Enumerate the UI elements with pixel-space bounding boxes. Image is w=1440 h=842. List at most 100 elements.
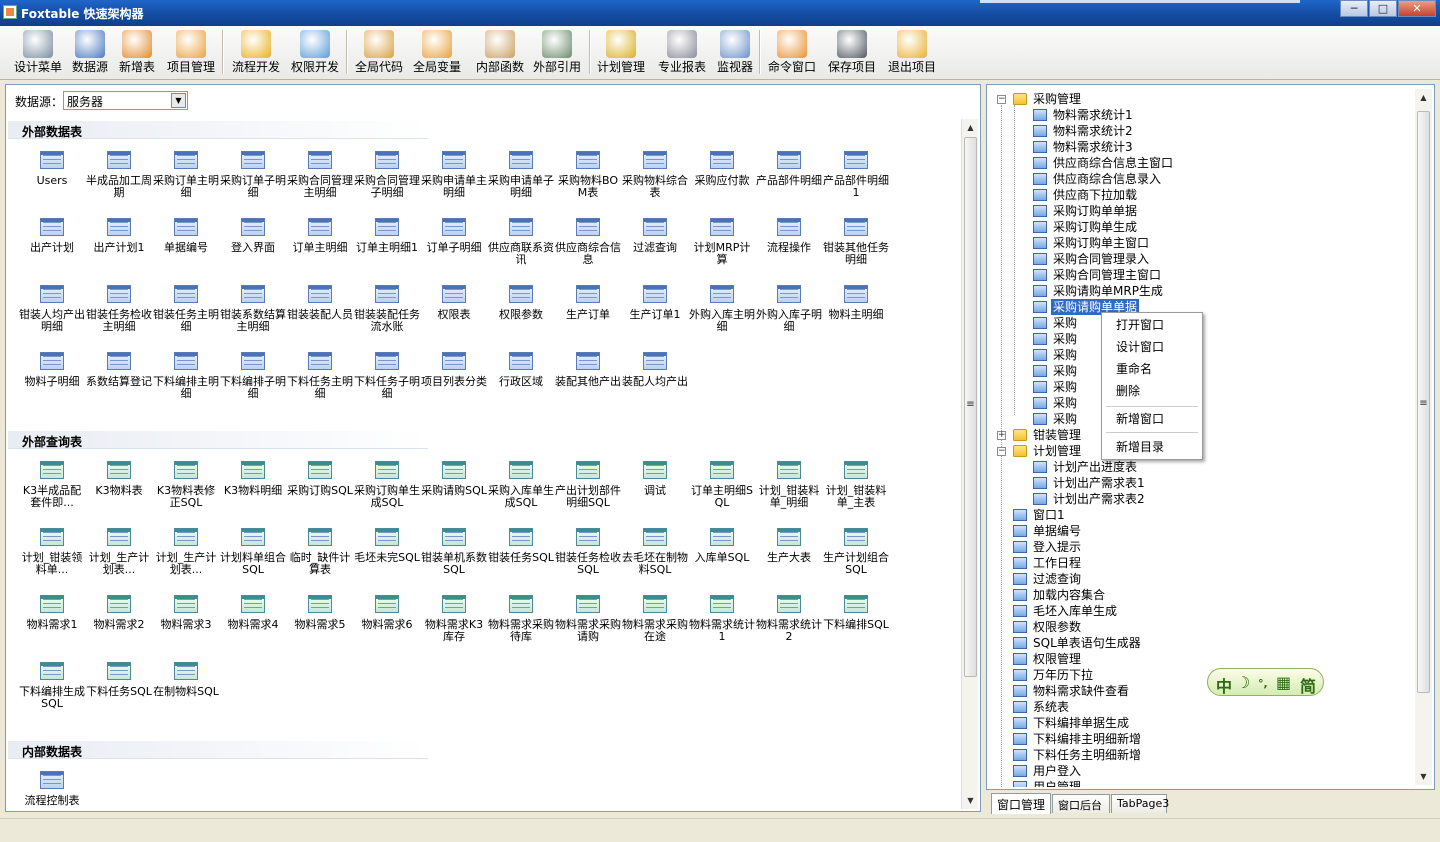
query-table-item[interactable]: 采购请购SQL xyxy=(421,461,487,497)
query-table-item[interactable]: K3半成品配套件即... xyxy=(19,461,85,509)
query-table-item[interactable]: 物料需求采购在途 xyxy=(622,595,688,643)
data-table-item[interactable]: 过滤查询 xyxy=(622,218,688,254)
data-table-item[interactable]: 采购合同管理主明细 xyxy=(287,151,353,199)
query-table-item[interactable]: 生产大表 xyxy=(756,528,822,564)
punctuation-icon[interactable]: °, xyxy=(1258,677,1268,690)
query-table-item[interactable]: 计划_生产计划表... xyxy=(86,528,152,576)
tree-node[interactable]: 下料任务主明细新增 xyxy=(991,747,1401,763)
chevron-down-icon[interactable]: ▼ xyxy=(171,93,186,108)
data-table-item[interactable]: 装配人均产出 xyxy=(622,352,688,388)
data-table-item[interactable]: 出产计划1 xyxy=(86,218,152,254)
tab-window-backend[interactable]: 窗口后台 xyxy=(1052,794,1110,813)
tree-node[interactable]: 过滤查询 xyxy=(991,571,1401,587)
query-table-item[interactable]: 物料需求K3库存 xyxy=(421,595,487,643)
collapse-icon[interactable]: − xyxy=(997,447,1006,456)
query-table-item[interactable]: 物料需求4 xyxy=(220,595,286,631)
query-table-item[interactable]: 钳装任务检收SQL xyxy=(555,528,621,576)
tree-node[interactable]: 供应商下拉加载 xyxy=(991,187,1401,203)
query-table-item[interactable]: 下料编排生成SQL xyxy=(19,662,85,710)
minimize-button[interactable]: ─ xyxy=(1340,0,1368,17)
tree-node[interactable]: 权限参数 xyxy=(991,619,1401,635)
data-table-item[interactable]: 订单子明细 xyxy=(421,218,487,254)
data-table-item[interactable]: 订单主明细 xyxy=(287,218,353,254)
query-table-item[interactable]: 物料需求1 xyxy=(19,595,85,631)
ime-toolbar[interactable]: 中 ☽ °, ▦ 简 xyxy=(1207,668,1324,696)
query-table-item[interactable]: 计划_钳装料单_主表 xyxy=(823,461,889,509)
toolbar-button-13[interactable]: 命令窗口 xyxy=(764,28,820,76)
data-table-item[interactable]: 采购订单子明细 xyxy=(220,151,286,199)
query-table-item[interactable]: 物料需求5 xyxy=(287,595,353,631)
data-table-item[interactable]: Users xyxy=(19,151,85,187)
scroll-down-icon[interactable]: ▼ xyxy=(1415,768,1432,785)
query-table-item[interactable]: 入库单SQL xyxy=(689,528,755,564)
data-table-item[interactable]: 行政区域 xyxy=(488,352,554,388)
tree-node[interactable]: 用户登入 xyxy=(991,763,1401,779)
query-table-item[interactable]: 采购订购SQL xyxy=(287,461,353,497)
toolbar-button-4[interactable]: 流程开发 xyxy=(228,28,284,76)
query-table-item[interactable]: 下料任务SQL xyxy=(86,662,152,698)
maximize-button[interactable]: □ xyxy=(1369,0,1397,17)
tree-node[interactable]: 采购订购单主窗口 xyxy=(991,235,1401,251)
toolbar-button-15[interactable]: 退出项目 xyxy=(884,28,940,76)
tree-node[interactable]: 下料编排主明细新增 xyxy=(991,731,1401,747)
toolbar-button-5[interactable]: 权限开发 xyxy=(287,28,343,76)
scroll-up-icon[interactable]: ▲ xyxy=(1415,89,1432,106)
data-table-item[interactable]: 项目列表分类 xyxy=(421,352,487,388)
toolbar-button-11[interactable]: 专业报表 xyxy=(654,28,710,76)
toolbar-button-12[interactable]: 监视器 xyxy=(712,28,758,76)
data-table-item[interactable]: 采购订单主明细 xyxy=(153,151,219,199)
data-table-item[interactable]: 出产计划 xyxy=(19,218,85,254)
expand-icon[interactable]: + xyxy=(997,431,1006,440)
query-table-item[interactable]: 临时_缺件计算表 xyxy=(287,528,353,576)
data-table-item[interactable]: 产品部件明细 xyxy=(756,151,822,187)
menu-item-rename[interactable]: 重命名 xyxy=(1116,360,1152,378)
toolbar-button-10[interactable]: 计划管理 xyxy=(594,28,648,76)
data-table-item[interactable]: 采购申请单子明细 xyxy=(488,151,554,199)
tree-node[interactable]: 物料需求统计3 xyxy=(991,139,1401,155)
data-table-item[interactable]: 系数结算登记 xyxy=(86,352,152,388)
data-table-item[interactable]: 物料子明细 xyxy=(19,352,85,388)
data-table-item[interactable]: 钳装其他任务明细 xyxy=(823,218,889,266)
toolbar-button-3[interactable]: 项目管理 xyxy=(163,28,219,76)
query-table-item[interactable]: K3物料表 xyxy=(86,461,152,497)
collapse-icon[interactable]: − xyxy=(997,95,1006,104)
toolbar-button-6[interactable]: 全局代码 xyxy=(352,28,406,76)
menu-item-new-window[interactable]: 新增窗口 xyxy=(1116,410,1164,428)
tree-node[interactable]: 计划产出进度表 xyxy=(991,459,1401,475)
query-table-item[interactable]: 计划_钳装领料单... xyxy=(19,528,85,576)
query-table-item[interactable]: 物料需求2 xyxy=(86,595,152,631)
tree-node[interactable]: 万年历下拉 xyxy=(991,667,1401,683)
query-table-item[interactable]: 物料需求3 xyxy=(153,595,219,631)
scroll-down-icon[interactable]: ▼ xyxy=(962,792,979,809)
data-table-item[interactable]: 钳装装配人员 xyxy=(287,285,353,321)
query-table-item[interactable]: 在制物料SQL xyxy=(153,662,219,698)
data-table-item[interactable]: 供应商综合信息 xyxy=(555,218,621,266)
toolbar-button-7[interactable]: 全局变量 xyxy=(410,28,464,76)
ime-mode[interactable]: 中 xyxy=(1216,673,1232,697)
tree-node[interactable]: 计划出产需求表2 xyxy=(991,491,1401,507)
toolbar-button-1[interactable]: 数据源 xyxy=(68,28,112,76)
tree-node[interactable]: 采购订购单单据 xyxy=(991,203,1401,219)
query-table-item[interactable]: 计划_生产计划表... xyxy=(153,528,219,576)
menu-item-new-folder[interactable]: 新增目录 xyxy=(1116,438,1164,456)
ime-charset[interactable]: 简 xyxy=(1300,673,1316,697)
tree-node[interactable]: SQL单表语句生成器 xyxy=(991,635,1401,651)
query-table-item[interactable]: K3物料明细 xyxy=(220,461,286,497)
data-table-item[interactable]: 采购物料BOM表 xyxy=(555,151,621,199)
data-table-item[interactable]: 权限表 xyxy=(421,285,487,321)
data-table-item[interactable]: 物料主明细 xyxy=(823,285,889,321)
query-table-item[interactable]: 采购入库单生成SQL xyxy=(488,461,554,509)
tree-node[interactable]: 物料需求缺件查看 xyxy=(991,683,1401,699)
tree-folder[interactable]: − 采购管理 xyxy=(991,91,1401,107)
query-table-item[interactable]: 计划_钳装料单_明细 xyxy=(756,461,822,509)
keyboard-icon[interactable]: ▦ xyxy=(1276,673,1291,692)
tree-node[interactable]: 供应商综合信息主窗口 xyxy=(991,155,1401,171)
tree-node[interactable]: 单据编号 xyxy=(991,523,1401,539)
menu-item-design-window[interactable]: 设计窗口 xyxy=(1116,338,1164,356)
query-table-item[interactable]: 去毛坯在制物料SQL xyxy=(622,528,688,576)
query-table-item[interactable]: 物料需求统计2 xyxy=(756,595,822,643)
menu-item-open-window[interactable]: 打开窗口 xyxy=(1116,316,1164,334)
query-table-item[interactable]: 毛坯未完SQL xyxy=(354,528,420,564)
tree-node[interactable]: 登入提示 xyxy=(991,539,1401,555)
data-table-item[interactable]: 流程控制表 xyxy=(19,771,85,807)
